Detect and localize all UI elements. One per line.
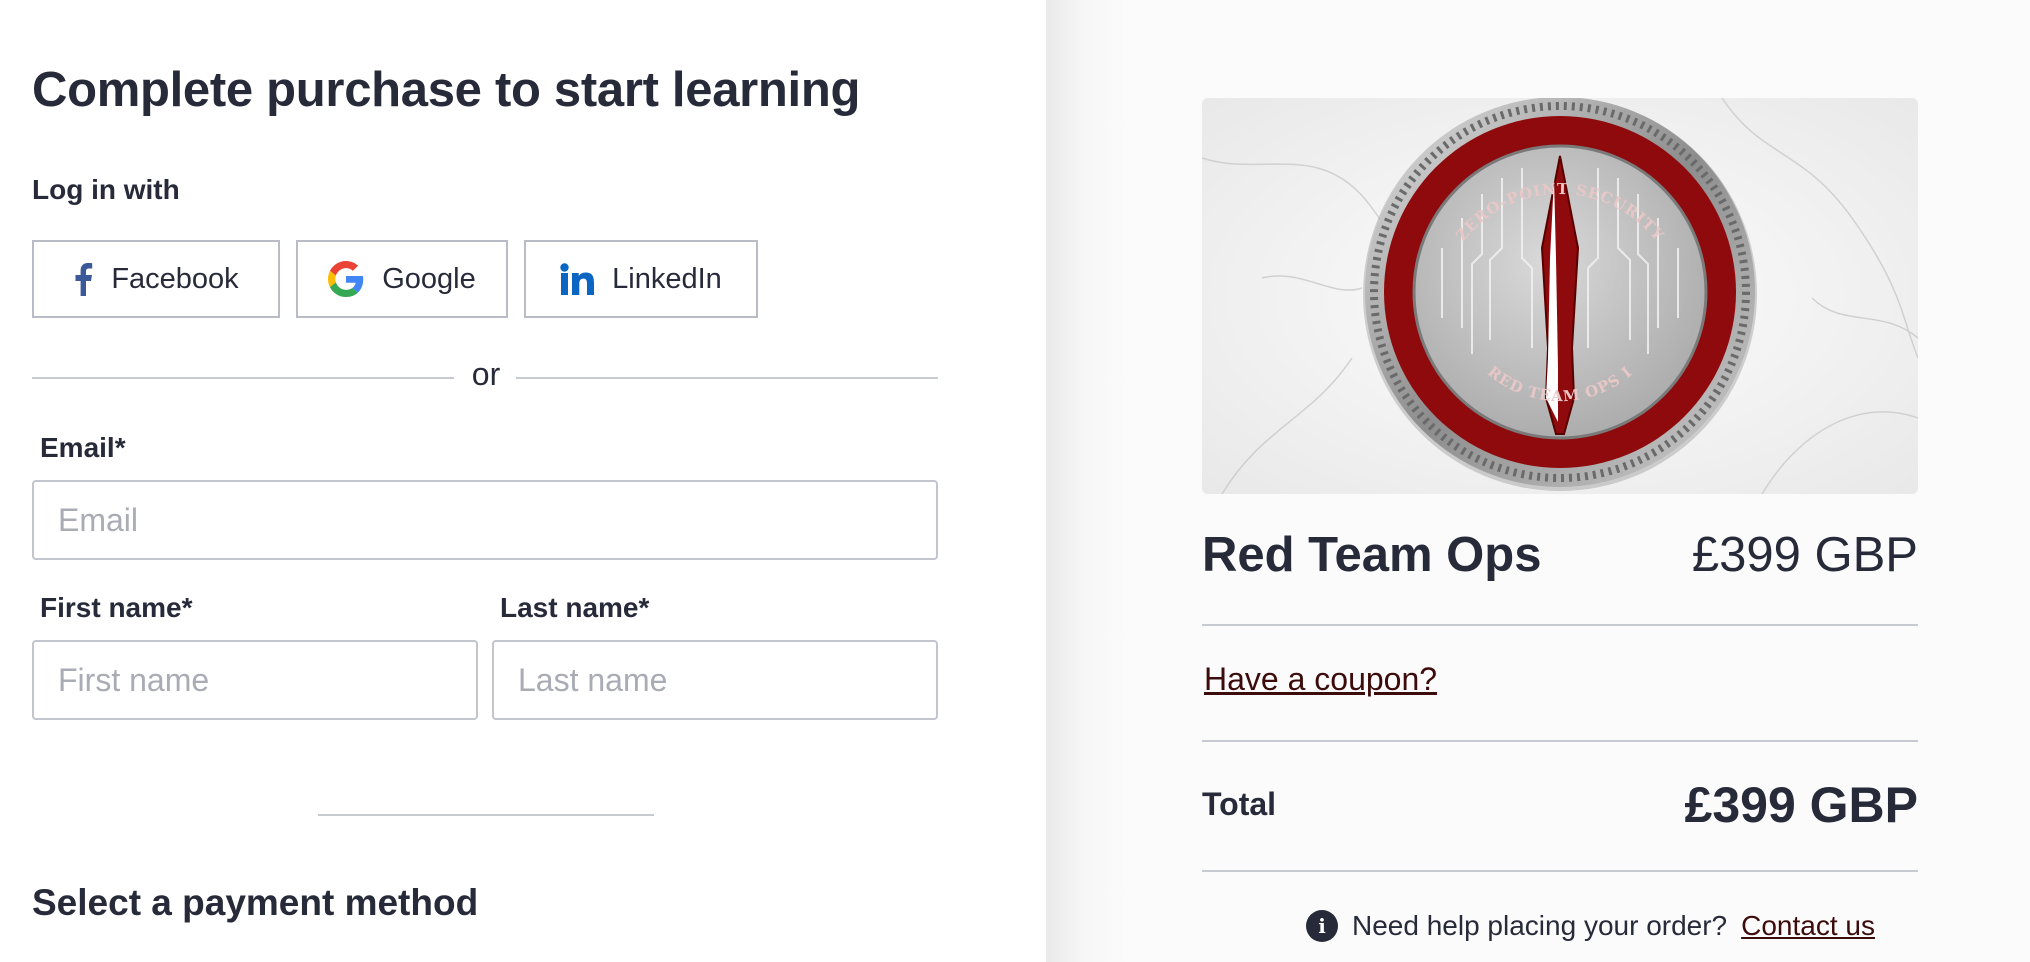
- facebook-icon: [73, 262, 93, 296]
- page-title: Complete purchase to start learning: [32, 63, 861, 117]
- first-name-input[interactable]: [32, 640, 478, 720]
- total-amount: £399 GBP: [1684, 777, 1918, 833]
- product-price: £399 GBP: [1691, 528, 1918, 582]
- help-text: Need help placing your order?: [1352, 910, 1728, 941]
- linkedin-login-button[interactable]: LinkedIn: [524, 240, 758, 318]
- section-divider: [318, 814, 654, 816]
- contact-us-link[interactable]: Contact us: [1741, 910, 1875, 942]
- info-icon: i: [1306, 910, 1338, 942]
- last-name-label: Last name*: [500, 592, 650, 623]
- email-label: Email*: [40, 432, 126, 463]
- google-icon: [328, 261, 364, 297]
- checkout-form-panel: Complete purchase to start learning Log …: [0, 0, 1046, 962]
- divider-right: [516, 377, 938, 379]
- linkedin-icon: [560, 263, 595, 295]
- login-with-label: Log in with: [32, 174, 180, 205]
- total-label: Total: [1202, 786, 1277, 822]
- google-label: Google: [382, 262, 476, 295]
- product-name: Red Team Ops: [1202, 528, 1542, 582]
- google-login-button[interactable]: Google: [296, 240, 508, 318]
- last-name-input[interactable]: [492, 640, 938, 720]
- first-name-label: First name*: [40, 592, 193, 623]
- coupon-link[interactable]: Have a coupon?: [1204, 661, 1437, 698]
- facebook-login-button[interactable]: Facebook: [32, 240, 280, 318]
- facebook-label: Facebook: [111, 262, 239, 295]
- or-separator: or: [471, 356, 501, 392]
- help-row: i Need help placing your order? Contact …: [1306, 910, 1875, 942]
- email-input[interactable]: [32, 480, 938, 560]
- product-image: ZERO-POINT SECURITY RED TEAM OPS I: [1202, 98, 1918, 494]
- linkedin-label: LinkedIn: [612, 262, 722, 295]
- payment-method-heading: Select a payment method: [32, 882, 479, 923]
- divider-left: [32, 377, 454, 379]
- price-divider: [1202, 624, 1918, 626]
- coupon-divider: [1202, 740, 1918, 742]
- total-divider: [1202, 870, 1918, 872]
